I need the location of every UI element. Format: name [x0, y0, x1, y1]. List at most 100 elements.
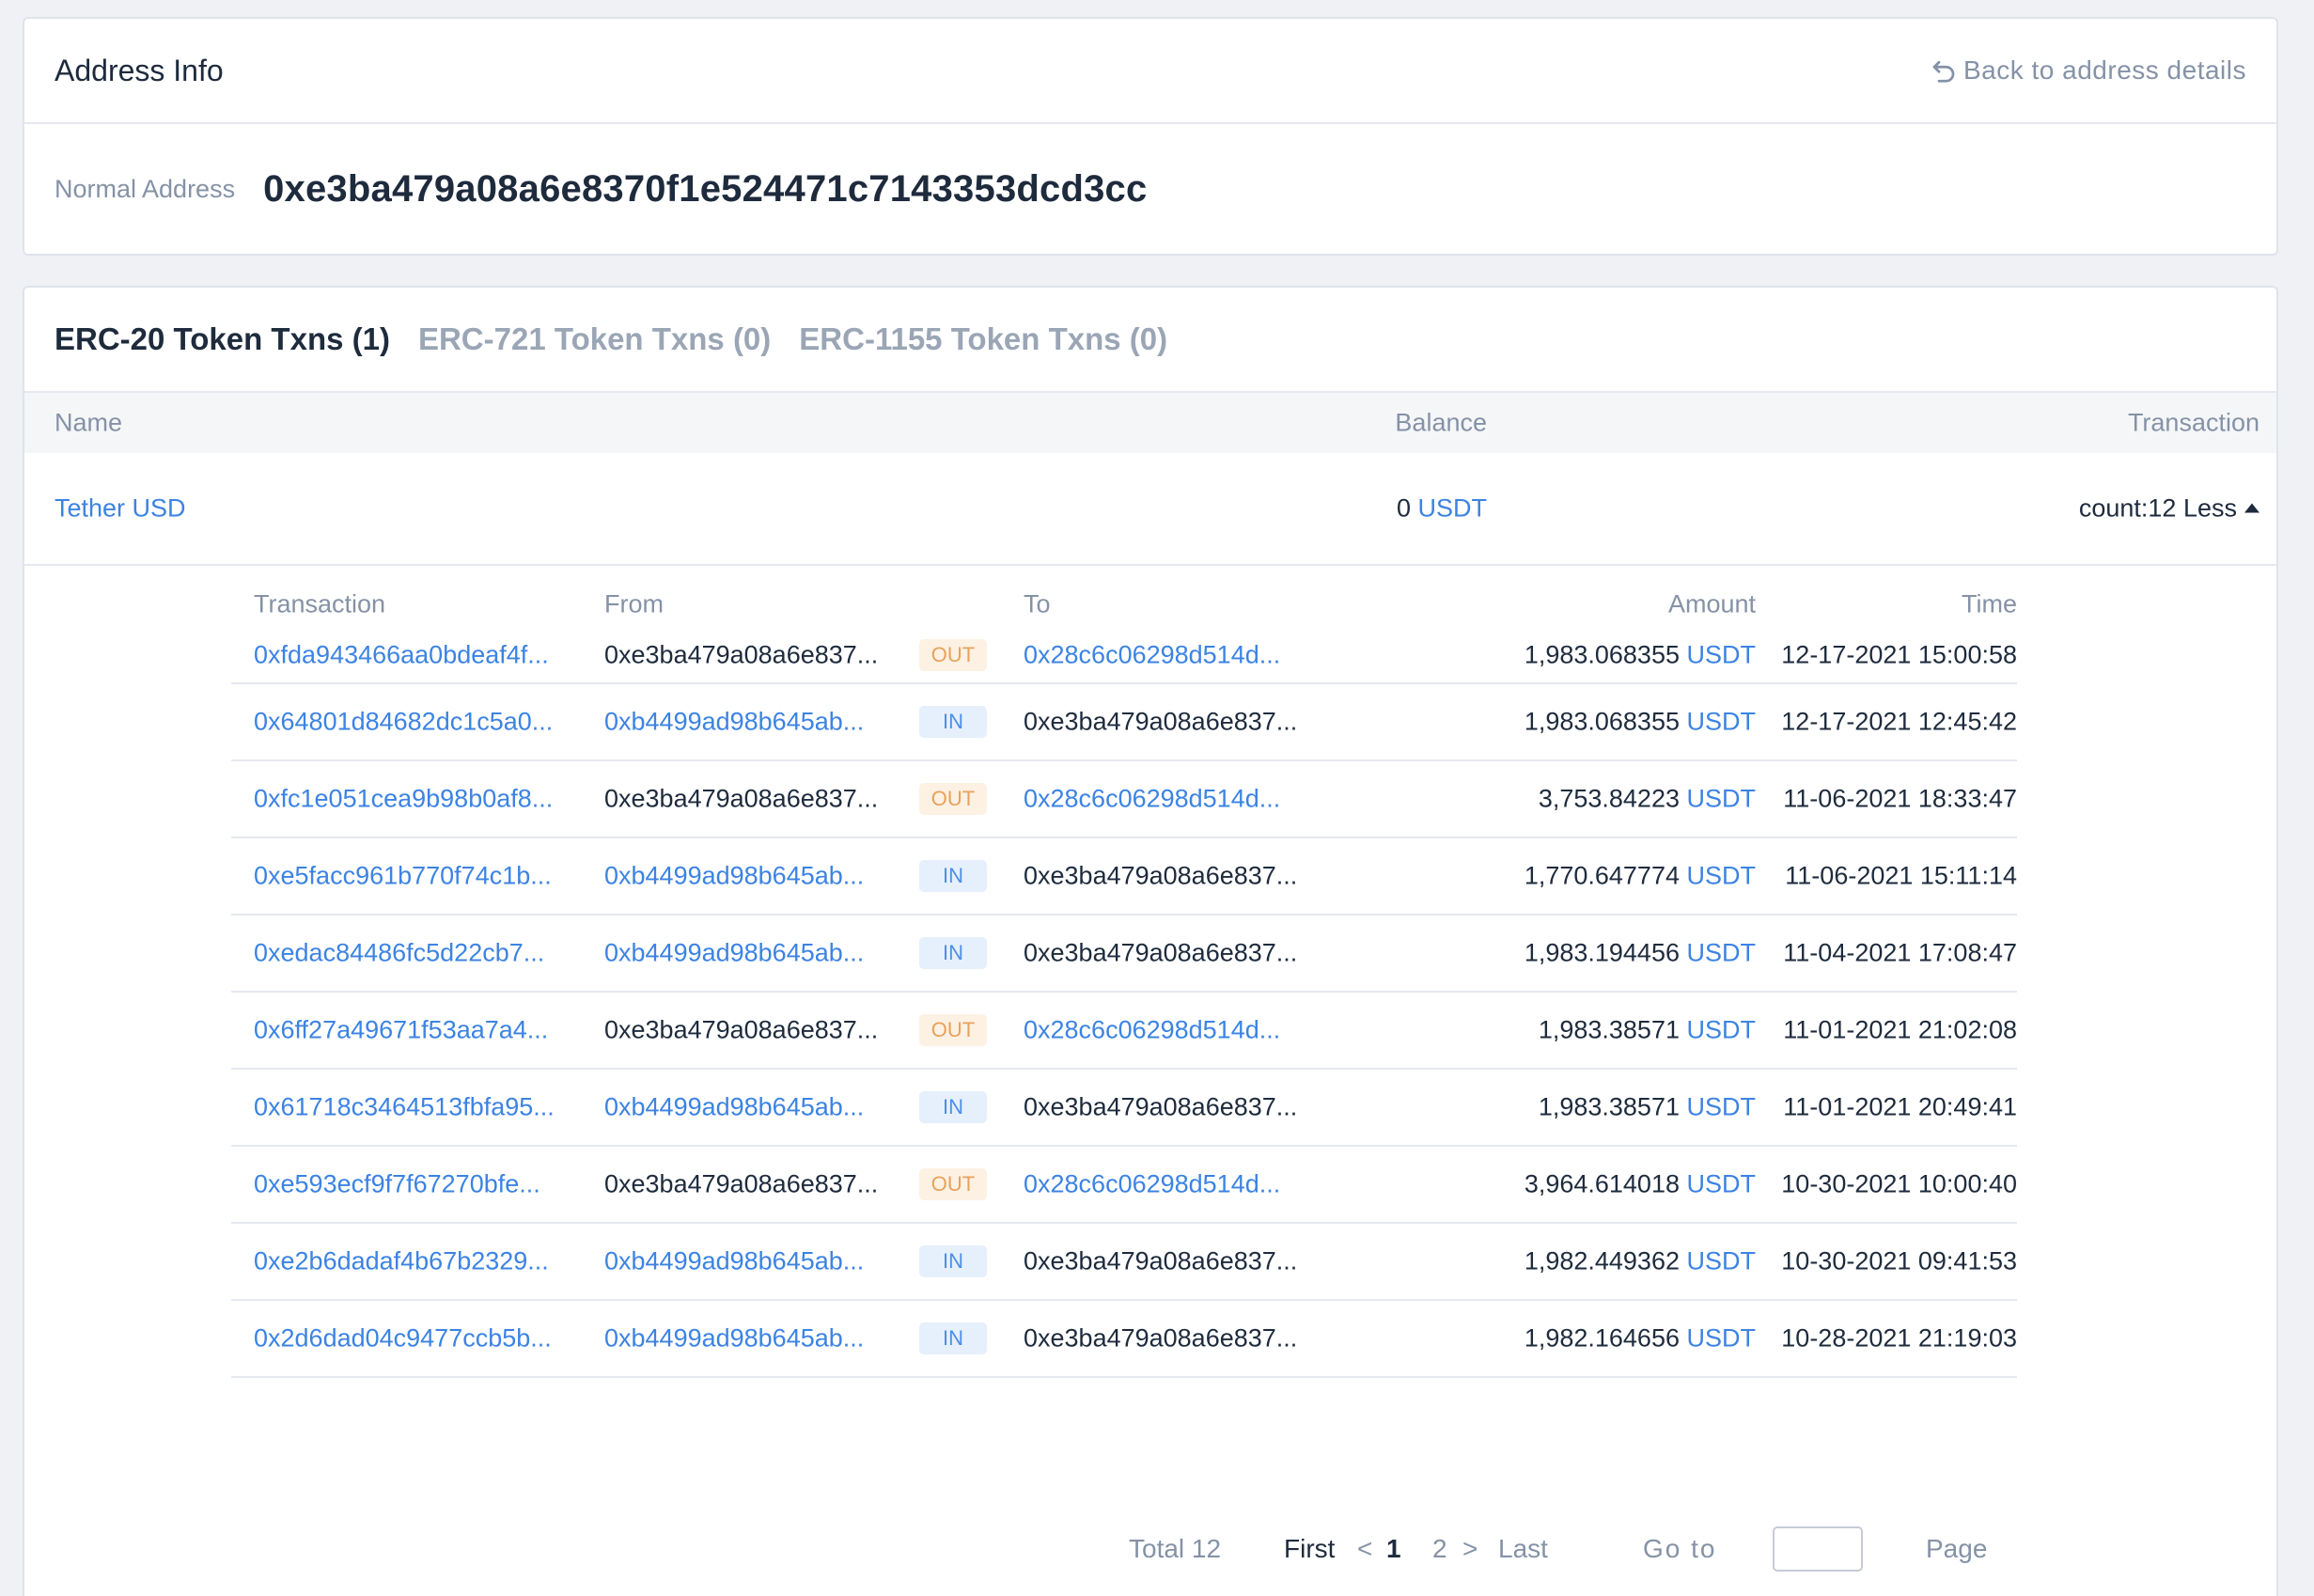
table-row: 0xedac84486fc5d22cb7... 0xb4499ad98b645ab…: [231, 915, 2017, 993]
direction-badge: IN: [919, 706, 987, 738]
table-row: 0x61718c3464513fbfa95... 0xb4499ad98b645a…: [231, 1070, 2017, 1147]
txn-rows: 0xfda943466aa0bdeaf4f... 0xe3ba479a08a6e8…: [231, 628, 2017, 1378]
sub-header-time: Time: [1962, 589, 2017, 618]
txn-hash-link[interactable]: 0xedac84486fc5d22cb7...: [254, 939, 544, 968]
tab-erc1155[interactable]: ERC-1155 Token Txns (0): [799, 321, 1167, 357]
from-address[interactable]: 0xb4499ad98b645ab...: [604, 939, 864, 968]
amount: 1,982.449362 USDT: [1524, 1247, 1756, 1276]
table-row: 0xe593ecf9f7f67270bfe... 0xe3ba479a08a6e8…: [231, 1147, 2017, 1224]
txn-count-toggle[interactable]: count:12 Less: [2079, 494, 2259, 524]
to-address[interactable]: 0x28c6c06298d514d...: [1024, 785, 1280, 814]
pagination-last[interactable]: Last: [1498, 1534, 1548, 1564]
txn-hash-link[interactable]: 0x64801d84682dc1c5a0...: [254, 708, 553, 737]
caret-up-icon: [2244, 503, 2259, 513]
token-balance: 0 USDT: [1397, 494, 1487, 524]
amount-unit-link[interactable]: USDT: [1687, 862, 1757, 890]
back-arrow-icon: [1932, 60, 1955, 83]
amount-unit-link[interactable]: USDT: [1687, 1170, 1757, 1198]
txn-time: 11-01-2021 21:02:08: [1783, 1015, 2017, 1044]
amount-value: 1,982.449362: [1524, 1246, 1680, 1275]
txn-time: 12-17-2021 15:00:58: [1781, 640, 2017, 669]
table-row: 0xfda943466aa0bdeaf4f... 0xe3ba479a08a6e8…: [231, 628, 2017, 684]
txn-time: 10-28-2021 21:19:03: [1781, 1323, 2017, 1353]
direction-badge: OUT: [919, 783, 987, 815]
direction-label: OUT: [919, 783, 987, 815]
token-tabs: ERC-20 Token Txns (1) ERC-721 Token Txns…: [24, 288, 2276, 393]
address-value: 0xe3ba479a08a6e8370f1e524471c7143353dcd3…: [263, 167, 1148, 210]
from-address[interactable]: 0xb4499ad98b645ab...: [604, 1247, 864, 1276]
from-address: 0xe3ba479a08a6e837...: [604, 1015, 879, 1044]
address-info-header: Address Info Back to address details: [24, 19, 2276, 124]
txn-time: 10-30-2021 10:00:40: [1781, 1169, 2017, 1198]
amount-unit-link[interactable]: USDT: [1687, 939, 1757, 967]
to-address[interactable]: 0x28c6c06298d514d...: [1024, 1170, 1280, 1199]
pagination-goto-input[interactable]: [1773, 1526, 1863, 1572]
address-row: Normal Address 0xe3ba479a08a6e8370f1e524…: [24, 124, 2276, 254]
txn-hash-link[interactable]: 0x61718c3464513fbfa95...: [254, 1093, 555, 1122]
amount-unit-link[interactable]: USDT: [1687, 641, 1757, 669]
table-row: 0x64801d84682dc1c5a0... 0xb4499ad98b645ab…: [231, 684, 2017, 761]
to-address: 0xe3ba479a08a6e837...: [1024, 1092, 1298, 1121]
amount-value: 1,983.194456: [1524, 938, 1680, 967]
back-to-address-details-link[interactable]: Back to address details: [1930, 55, 2246, 86]
to-address[interactable]: 0x28c6c06298d514d...: [1024, 1016, 1280, 1045]
balance-unit-link[interactable]: USDT: [1418, 494, 1488, 523]
txn-time: 10-30-2021 09:41:53: [1781, 1246, 2017, 1275]
direction-badge: IN: [919, 1322, 987, 1354]
pagination-current-page[interactable]: 1: [1386, 1534, 1401, 1564]
direction-badge: IN: [919, 1245, 987, 1277]
pagination-prev[interactable]: <: [1357, 1534, 1372, 1564]
direction-label: IN: [919, 860, 987, 892]
from-address[interactable]: 0xb4499ad98b645ab...: [604, 1324, 864, 1353]
amount-unit-link[interactable]: USDT: [1687, 1324, 1757, 1353]
pagination-total: Total 12: [1129, 1534, 1222, 1563]
txn-hash-link[interactable]: 0xe593ecf9f7f67270bfe...: [254, 1170, 540, 1199]
from-address[interactable]: 0xb4499ad98b645ab...: [604, 708, 864, 737]
txn-hash-link[interactable]: 0x2d6dad04c9477ccb5b...: [254, 1324, 552, 1353]
txn-hash-link[interactable]: 0x6ff27a49671f53aa7a4...: [254, 1016, 548, 1045]
from-address[interactable]: 0xb4499ad98b645ab...: [604, 1093, 864, 1122]
from-address[interactable]: 0xb4499ad98b645ab...: [604, 862, 864, 891]
amount: 1,983.068355 USDT: [1524, 641, 1756, 670]
less-toggle-label[interactable]: Less: [2183, 494, 2237, 523]
amount-value: 3,753.84223: [1538, 784, 1680, 813]
pagination-page-2[interactable]: 2: [1432, 1534, 1447, 1564]
direction-badge: OUT: [919, 1168, 987, 1200]
table-row: 0xe5facc961b770f74c1b... 0xb4499ad98b645a…: [231, 838, 2017, 915]
pagination: Total 12 First < 1 2 > Last Go to Page: [0, 1521, 2314, 1577]
pagination-next[interactable]: >: [1462, 1534, 1478, 1564]
amount-unit-link[interactable]: USDT: [1687, 708, 1757, 736]
amount-unit-link[interactable]: USDT: [1687, 1093, 1757, 1121]
table-row: 0x6ff27a49671f53aa7a4... 0xe3ba479a08a6e8…: [231, 993, 2017, 1070]
address-info-title: Address Info: [55, 53, 224, 87]
tab-erc20[interactable]: ERC-20 Token Txns (1): [55, 321, 390, 357]
to-address[interactable]: 0x28c6c06298d514d...: [1024, 641, 1280, 670]
amount-unit-link[interactable]: USDT: [1687, 1016, 1757, 1044]
txn-hash-link[interactable]: 0xe2b6dadaf4b67b2329...: [254, 1247, 549, 1276]
address-label: Normal Address: [55, 174, 236, 203]
txn-time: 11-01-2021 20:49:41: [1783, 1092, 2017, 1121]
amount-value: 1,983.38571: [1538, 1092, 1680, 1121]
amount-unit-link[interactable]: USDT: [1687, 1247, 1757, 1275]
header-transaction: Transaction: [2127, 408, 2259, 437]
pagination-first[interactable]: First: [1284, 1534, 1335, 1564]
direction-label: OUT: [919, 1168, 987, 1200]
amount-unit-link[interactable]: USDT: [1687, 785, 1757, 813]
txn-subtable-header: Transaction From To Amount Time: [231, 581, 2017, 628]
address-info-card: Address Info Back to address details Nor…: [23, 17, 2278, 256]
from-address: 0xe3ba479a08a6e837...: [604, 640, 879, 669]
direction-label: OUT: [919, 1014, 987, 1046]
token-name-link[interactable]: Tether USD: [55, 494, 186, 524]
amount-value: 1,770.647774: [1524, 861, 1680, 890]
to-address: 0xe3ba479a08a6e837...: [1024, 938, 1298, 967]
txn-hash-link[interactable]: 0xe5facc961b770f74c1b...: [254, 862, 552, 891]
sub-header-amount: Amount: [1667, 589, 1756, 618]
txn-count: count:12: [2078, 493, 2177, 523]
tab-erc721[interactable]: ERC-721 Token Txns (0): [418, 321, 771, 357]
txn-hash-link[interactable]: 0xfda943466aa0bdeaf4f...: [254, 641, 549, 670]
amount: 1,983.068355 USDT: [1524, 708, 1756, 737]
sub-header-to: To: [1024, 589, 1051, 618]
header-name: Name: [55, 408, 123, 437]
amount: 1,770.647774 USDT: [1524, 862, 1756, 891]
txn-hash-link[interactable]: 0xfc1e051cea9b98b0af8...: [254, 785, 553, 814]
